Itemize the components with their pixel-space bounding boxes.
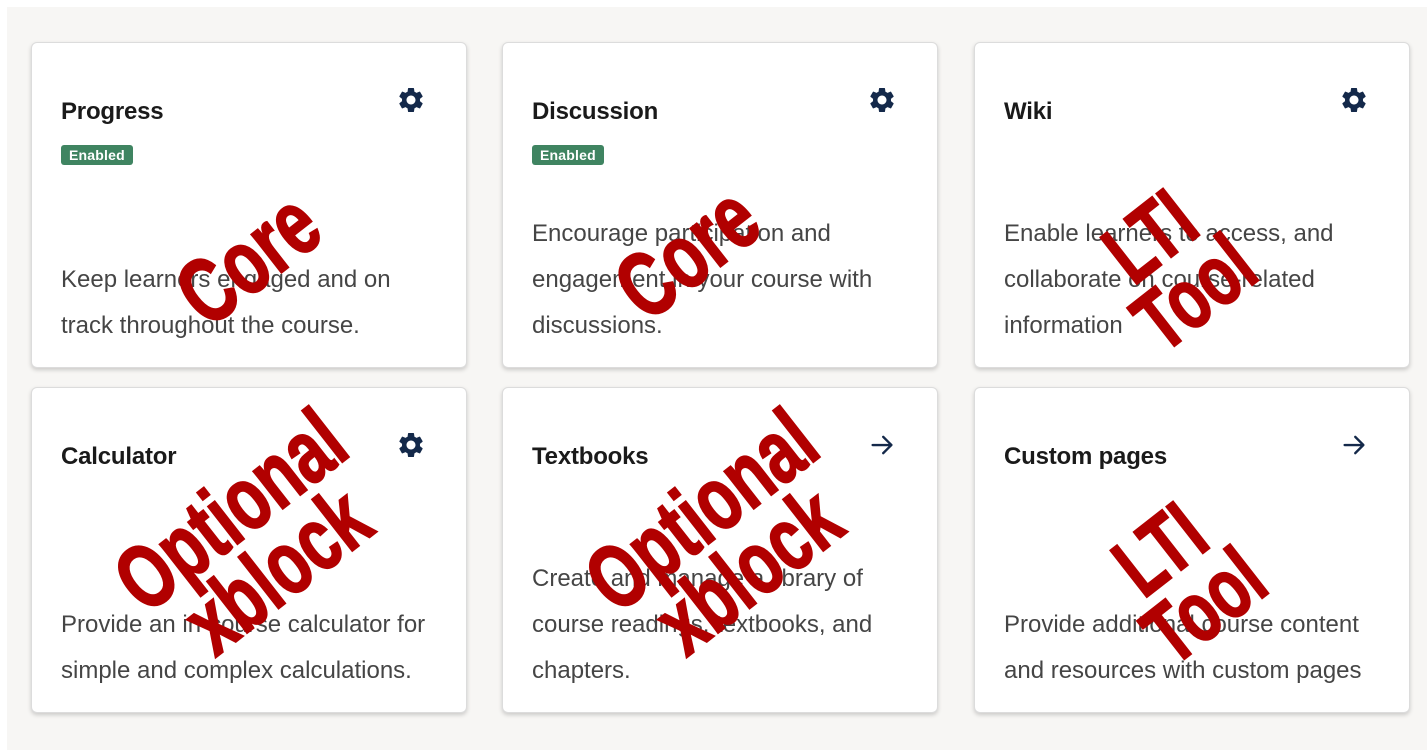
settings-button[interactable]: [394, 83, 428, 117]
card-title: Custom pages: [1004, 443, 1167, 470]
card-title: Wiki: [1004, 98, 1053, 125]
card-description: Provide additional course content and re…: [1004, 611, 1362, 684]
card-title: Discussion: [532, 98, 659, 125]
card-description: Provide an in-course calculator for simp…: [61, 611, 426, 684]
card-description: Encourage participation and engagement i…: [532, 220, 873, 339]
stamp-line: LTI: [1095, 484, 1225, 616]
card-description: Keep learners engaged and on track throu…: [61, 266, 391, 339]
status-badge: Enabled: [532, 145, 604, 165]
card-description: Enable learners to access, and collabora…: [1004, 220, 1334, 339]
settings-button[interactable]: [394, 428, 428, 462]
card-calculator: Calculator Provide an in-course calculat…: [31, 387, 467, 713]
page-canvas: Progress Enabled Keep learners engaged a…: [7, 7, 1427, 750]
settings-button[interactable]: [1337, 83, 1371, 117]
card-title: Calculator: [61, 443, 177, 470]
gear-icon: [870, 88, 894, 112]
settings-button[interactable]: [865, 83, 899, 117]
card-description: Create and manage a library of course re…: [532, 565, 873, 684]
open-custom-pages-button[interactable]: [1337, 428, 1371, 462]
arrow-right-icon: [1343, 435, 1365, 455]
open-textbooks-button[interactable]: [865, 428, 899, 462]
stamp-line: Optional: [96, 390, 366, 632]
card-wiki: Wiki Enable learners to access, and coll…: [974, 42, 1410, 368]
gear-icon: [399, 433, 423, 457]
arrow-right-icon: [871, 435, 893, 455]
card-progress: Progress Enabled Keep learners engaged a…: [31, 42, 467, 368]
gear-icon: [399, 88, 423, 112]
card-title: Progress: [61, 98, 164, 125]
card-custom-pages: Custom pages Provide additional course c…: [974, 387, 1410, 713]
card-discussion: Discussion Enabled Encourage participati…: [502, 42, 938, 368]
card-textbooks: Textbooks Create and manage a library of…: [502, 387, 938, 713]
status-badge: Enabled: [61, 145, 133, 165]
card-title: Textbooks: [532, 443, 649, 470]
gear-icon: [1342, 88, 1366, 112]
